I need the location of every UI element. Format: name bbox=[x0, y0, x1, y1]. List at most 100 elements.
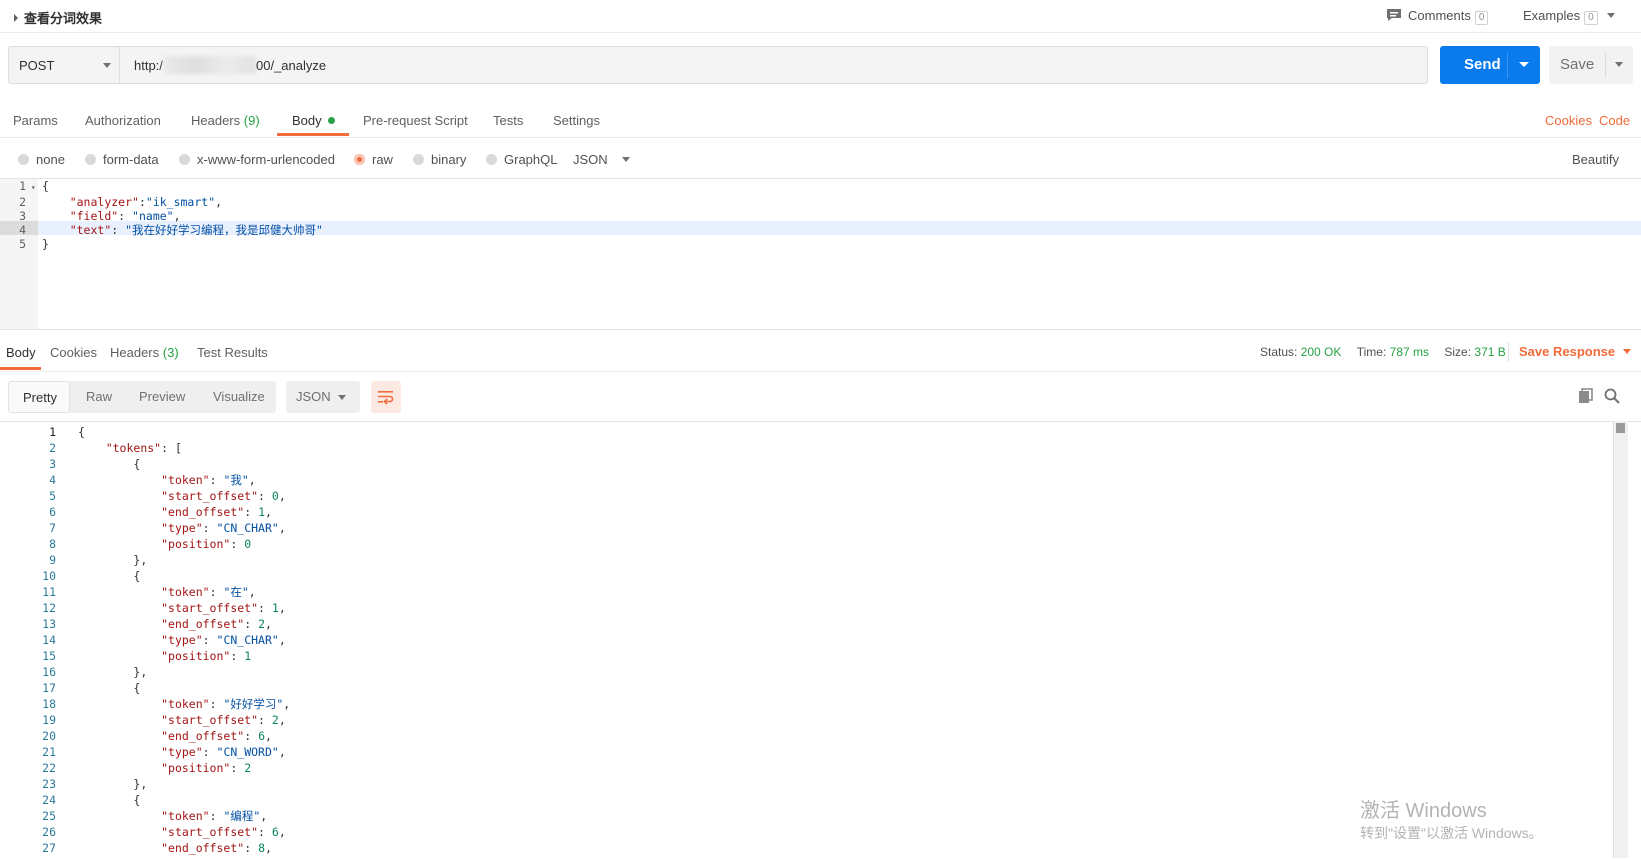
line-number: 9 bbox=[49, 553, 56, 567]
request-body-editor[interactable]: 1 ▾{2 "analyzer":"ik_smart", 3 "field": "… bbox=[0, 178, 1641, 330]
request-body-code: 1 ▾{2 "analyzer":"ik_smart", 3 "field": "… bbox=[0, 179, 323, 251]
code-text: "tokens": [ bbox=[105, 441, 182, 455]
comments-button[interactable]: Comments 0 bbox=[1386, 8, 1489, 25]
code-text: "start_offset": 2, bbox=[161, 713, 286, 727]
code-text: "token": "我", bbox=[161, 473, 256, 487]
beautify-link[interactable]: Beautify bbox=[1572, 152, 1619, 167]
request-code-line: 2 "analyzer":"ik_smart", bbox=[0, 195, 323, 209]
raw-button[interactable]: Raw bbox=[86, 389, 112, 404]
chevron-down-icon bbox=[621, 157, 630, 162]
radio-form-data[interactable]: form-data bbox=[85, 152, 159, 167]
response-code-line: 11 "token": "在", bbox=[0, 584, 290, 600]
radio-icon bbox=[486, 154, 497, 165]
response-tab-cookies[interactable]: Cookies bbox=[50, 345, 97, 360]
active-tab-underline bbox=[277, 133, 349, 136]
tabs-divider bbox=[0, 137, 1641, 138]
code-text: { bbox=[133, 793, 141, 807]
url-input[interactable]: http:/ 00/_analyze bbox=[119, 46, 1428, 84]
response-code-line: 9 }, bbox=[0, 552, 290, 568]
fold-caret-icon[interactable]: ▾ bbox=[26, 181, 42, 195]
scrollbar-thumb[interactable] bbox=[1616, 423, 1625, 433]
wrap-lines-button[interactable] bbox=[371, 381, 401, 413]
code-text: "end_offset": 2, bbox=[161, 617, 272, 631]
code-link[interactable]: Code bbox=[1599, 113, 1630, 128]
radio-urlencoded[interactable]: x-www-form-urlencoded bbox=[179, 152, 335, 167]
response-code-line: 10 { bbox=[0, 568, 290, 584]
code-text: "start_offset": 1, bbox=[161, 601, 286, 615]
response-tab-body[interactable]: Body bbox=[6, 345, 36, 360]
line-number: 19 bbox=[42, 713, 56, 727]
response-code-line: 22 "position": 2 bbox=[0, 760, 290, 776]
cookies-link[interactable]: Cookies bbox=[1545, 113, 1592, 128]
tab-tests[interactable]: Tests bbox=[493, 113, 523, 128]
response-code-line: 7 "type": "CN_CHAR", bbox=[0, 520, 290, 536]
tab-params[interactable]: Params bbox=[13, 113, 58, 128]
response-scrollbar[interactable] bbox=[1613, 421, 1628, 858]
response-code-line: 4 "token": "我", bbox=[0, 472, 290, 488]
radio-none[interactable]: none bbox=[18, 152, 65, 167]
response-code-line: 5 "start_offset": 0, bbox=[0, 488, 290, 504]
response-view-toggle: Pretty Raw Preview Visualize bbox=[8, 381, 276, 413]
save-response-button[interactable]: Save Response bbox=[1519, 344, 1632, 359]
response-code-line: 26 "start_offset": 6, bbox=[0, 824, 290, 840]
save-button[interactable]: Save bbox=[1549, 46, 1633, 84]
line-number: 10 bbox=[42, 569, 56, 583]
request-name[interactable]: 查看分词效果 bbox=[14, 8, 102, 27]
save-options-chevron-icon[interactable] bbox=[1615, 62, 1623, 67]
radio-graphql[interactable]: GraphQL bbox=[486, 152, 557, 167]
response-code-line: 23 }, bbox=[0, 776, 290, 792]
response-code-line: 20 "end_offset": 6, bbox=[0, 728, 290, 744]
body-format-select[interactable]: JSON bbox=[573, 152, 630, 167]
response-format-select[interactable]: JSON bbox=[286, 381, 360, 413]
line-number: 5 bbox=[19, 237, 26, 251]
line-number: 7 bbox=[49, 521, 56, 535]
radio-raw[interactable]: raw bbox=[354, 152, 393, 167]
code-text: "position": 2 bbox=[161, 761, 252, 775]
response-code-line: 8 "position": 0 bbox=[0, 536, 290, 552]
code-text: "position": 1 bbox=[161, 649, 252, 663]
line-number: 5 bbox=[49, 489, 56, 503]
line-number: 17 bbox=[42, 681, 56, 695]
tab-headers[interactable]: Headers (9) bbox=[191, 113, 260, 128]
request-title-bar: 查看分词效果 Comments 0 Examples 0 bbox=[0, 0, 1641, 33]
request-code-line: 1 ▾{ bbox=[0, 179, 323, 195]
preview-button[interactable]: Preview bbox=[139, 389, 185, 404]
response-code-line: 3 { bbox=[0, 456, 290, 472]
pretty-button[interactable]: Pretty bbox=[8, 381, 70, 413]
visualize-button[interactable]: Visualize bbox=[213, 389, 265, 404]
tab-settings[interactable]: Settings bbox=[553, 113, 600, 128]
request-code-line: 4 "text": "我在好好学习编程，我是邱健大帅哥" bbox=[0, 223, 323, 237]
line-number: 16 bbox=[42, 665, 56, 679]
examples-button[interactable]: Examples 0 bbox=[1523, 8, 1616, 25]
size-value: 371 B bbox=[1474, 345, 1506, 359]
copy-button[interactable] bbox=[1578, 388, 1594, 407]
search-button[interactable] bbox=[1604, 388, 1620, 407]
wrap-icon bbox=[378, 391, 394, 405]
status-divider bbox=[1508, 342, 1509, 362]
response-tab-headers[interactable]: Headers (3) bbox=[110, 345, 179, 360]
code-text: } bbox=[42, 237, 49, 251]
send-button[interactable]: Send bbox=[1440, 46, 1540, 84]
response-code-line: 1{ bbox=[0, 424, 290, 440]
code-text: { bbox=[133, 681, 141, 695]
request-code-line: 3 "field": "name", bbox=[0, 209, 323, 223]
line-number: 13 bbox=[42, 617, 56, 631]
send-options-chevron-icon[interactable] bbox=[1519, 62, 1529, 67]
response-code-line: 6 "end_offset": 1, bbox=[0, 504, 290, 520]
body-active-dot bbox=[327, 117, 335, 124]
radio-binary[interactable]: binary bbox=[413, 152, 466, 167]
line-number: 11 bbox=[42, 585, 56, 599]
tab-prerequest-script[interactable]: Pre-request Script bbox=[363, 113, 468, 128]
response-code-line: 18 "token": "好好学习", bbox=[0, 696, 290, 712]
line-number: 25 bbox=[42, 809, 56, 823]
response-code-line: 27 "end_offset": 8, bbox=[0, 840, 290, 856]
line-number: 3 bbox=[19, 209, 26, 223]
method-select[interactable]: POST bbox=[8, 46, 120, 84]
line-number: 1 bbox=[19, 179, 26, 193]
tab-authorization[interactable]: Authorization bbox=[85, 113, 161, 128]
windows-activation-watermark-text: 转到"设置"以激活 Windows。 bbox=[1360, 825, 1543, 841]
code-text: }, bbox=[133, 777, 148, 791]
response-tab-test-results[interactable]: Test Results bbox=[197, 345, 268, 360]
code-text: }, bbox=[133, 553, 148, 567]
tab-body[interactable]: Body bbox=[292, 113, 335, 128]
